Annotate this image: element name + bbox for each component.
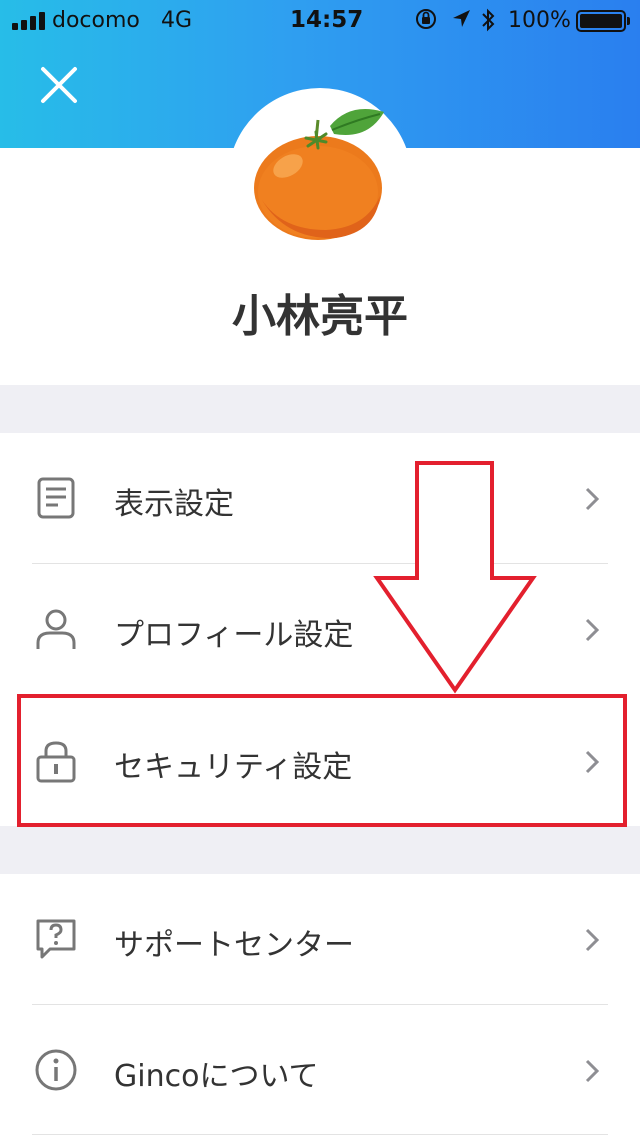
info-icon <box>35 1049 77 1091</box>
highlight-box <box>17 694 627 827</box>
close-icon[interactable] <box>36 62 82 108</box>
user-name: 小林亮平 <box>232 291 408 342</box>
document-icon <box>37 477 75 519</box>
location-icon <box>453 10 470 27</box>
network-type: 4G <box>161 8 193 33</box>
arrow-down-icon <box>373 461 537 694</box>
menu-item-profile-settings[interactable]: プロフィール設定 <box>0 564 640 694</box>
menu-item-display-settings[interactable]: 表示設定 <box>0 433 640 563</box>
menu-item-label: プロフィール設定 <box>114 618 354 653</box>
status-time: 14:57 <box>290 7 364 33</box>
chevron-right-icon <box>585 1059 600 1083</box>
chevron-right-icon <box>585 618 600 642</box>
status-bar: docomo 4G 14:57 100% <box>0 0 640 42</box>
battery-percentage: 100% <box>508 8 571 33</box>
signal-icon <box>12 10 45 30</box>
battery-icon <box>576 10 630 32</box>
chevron-right-icon <box>585 487 600 511</box>
avatar <box>254 109 384 240</box>
menu-item-label: サポートセンター <box>114 928 354 963</box>
divider <box>32 1134 608 1135</box>
menu-item-label: Gincoについて <box>114 1059 319 1094</box>
person-icon <box>36 609 76 649</box>
help-bubble-icon <box>36 919 76 959</box>
menu-item-label: 表示設定 <box>114 487 234 522</box>
carrier-name: docomo <box>52 8 140 33</box>
menu-item-support-center[interactable]: サポートセンター <box>0 874 640 1004</box>
section-spacer <box>0 826 640 874</box>
menu-item-about-ginco[interactable]: Gincoについて <box>0 1005 640 1135</box>
section-spacer <box>0 385 640 433</box>
bluetooth-icon <box>482 8 495 32</box>
chevron-right-icon <box>585 928 600 952</box>
orientation-lock-icon <box>416 9 436 29</box>
